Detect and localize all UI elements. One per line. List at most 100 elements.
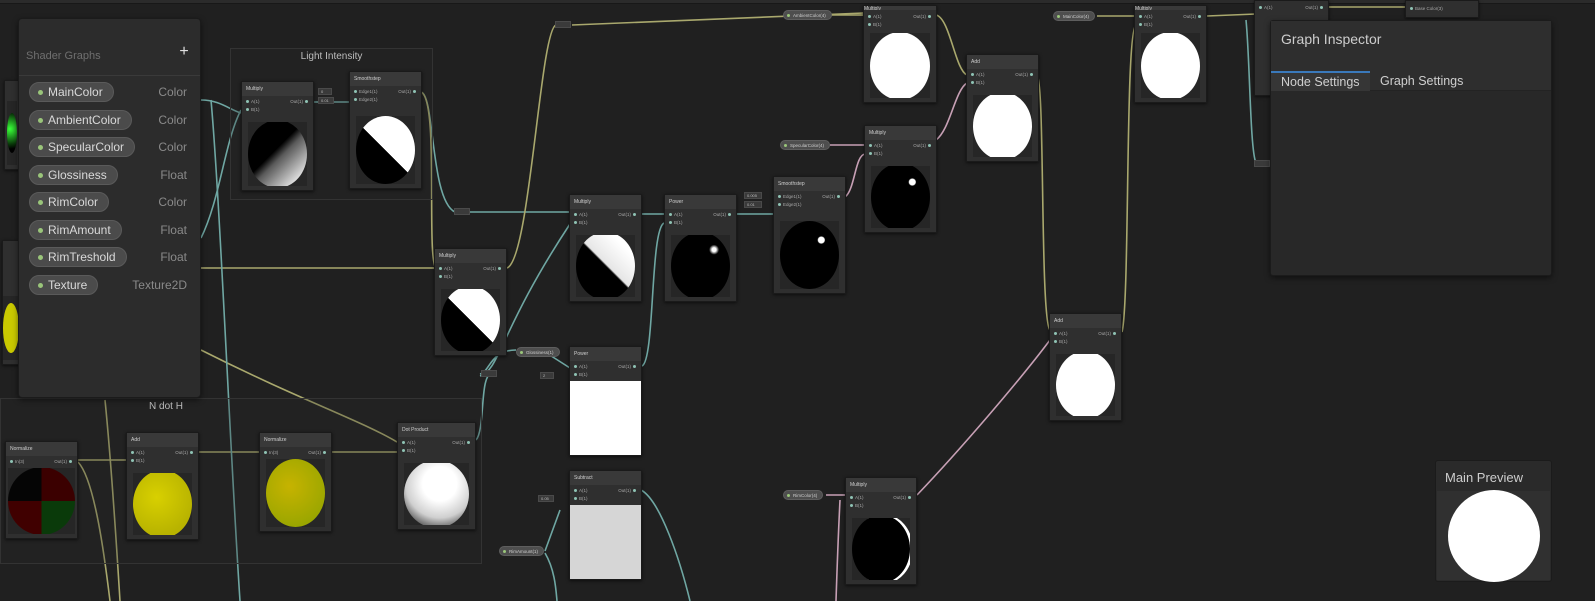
port-b[interactable]: B(1) <box>1139 22 1153 27</box>
port-out[interactable]: Out(1) <box>618 488 636 493</box>
canvas-prop-glossiness[interactable]: Glossiness(1) <box>516 347 560 357</box>
port-out[interactable]: Out(1) <box>618 364 636 369</box>
port-b[interactable]: B(1) <box>131 458 145 463</box>
node-multiply-center[interactable]: Multiply A(1) B(1) Out(1) <box>434 248 507 356</box>
node-multiply-maincolor[interactable]: Multiply A(1) B(1) Out(1) <box>1134 5 1207 103</box>
property-row[interactable]: AmbientColor Color <box>29 109 192 132</box>
port-edge1[interactable]: Edge1(1) <box>354 89 378 94</box>
port-out[interactable]: Out(1) <box>398 89 416 94</box>
input-subtract-a[interactable]: 0.05 <box>538 495 554 502</box>
port-a[interactable]: A(1) <box>850 495 864 500</box>
port-a[interactable]: A(1) <box>574 364 588 369</box>
property-row[interactable]: RimAmount Float <box>29 219 192 242</box>
port-b[interactable]: B(1) <box>246 107 260 112</box>
canvas-prop-rim-amount[interactable]: RimAmount(1) <box>499 546 545 556</box>
canvas-prop-rim-color[interactable]: RimColor(4) <box>783 490 824 500</box>
input-edge1-value[interactable]: 0 <box>318 88 332 95</box>
node-multiply-rim[interactable]: Multiply A(1) B(1) Out(1) <box>845 477 917 585</box>
port-a[interactable]: A(1) <box>1259 5 1273 10</box>
node-smoothstep-light[interactable]: Smoothstep Edge1(1) Edge2(1) Out(1) <box>349 71 422 189</box>
property-pill[interactable]: Texture <box>29 274 99 295</box>
port-edge2[interactable]: Edge2(1) <box>354 97 378 102</box>
port-a[interactable]: A(1) <box>669 212 683 217</box>
redirect-node[interactable] <box>555 21 571 28</box>
property-pill[interactable]: MainColor <box>29 82 114 102</box>
port-b[interactable]: B(1) <box>574 220 588 225</box>
canvas-prop-ambient-color[interactable]: AmbientColor(4) <box>783 10 832 20</box>
input-spec-edge2[interactable]: 0.01 <box>744 201 762 208</box>
property-pill[interactable]: RimAmount <box>29 219 122 240</box>
port-out[interactable]: Out(1) <box>913 143 931 148</box>
port-b[interactable]: B(1) <box>850 503 864 508</box>
port-out[interactable]: Out(1) <box>483 266 501 271</box>
property-row[interactable]: SpecularColor Color <box>29 137 192 159</box>
port-a[interactable]: A(1) <box>869 143 883 148</box>
port-a[interactable]: A(1) <box>868 14 882 19</box>
port-b[interactable]: B(1) <box>402 448 416 453</box>
port-edge1[interactable]: Edge1(1) <box>778 194 802 199</box>
node-smoothstep-spec[interactable]: Smoothstep Edge1(1) Edge2(1) Out(1) <box>773 176 846 294</box>
node-multiply-specular-color[interactable]: Multiply A(1) B(1) Out(1) <box>864 125 937 233</box>
property-row[interactable]: RimColor Color <box>29 192 192 214</box>
property-pill[interactable]: RimColor <box>29 192 110 212</box>
node-master-stack[interactable]: Base Color(3) <box>1405 0 1479 18</box>
port-edge2[interactable]: Edge2(1) <box>778 202 802 207</box>
port-a[interactable]: A(1) <box>1054 331 1068 336</box>
canvas-prop-main-color[interactable]: MainColor(4) <box>1053 11 1096 21</box>
node-add-ndoth[interactable]: Add A(1) B(1) Out(1) <box>126 432 199 540</box>
redirect-node[interactable] <box>454 208 470 215</box>
port-a[interactable]: A(1) <box>246 99 260 104</box>
port-out[interactable]: Out(1) <box>1305 5 1323 10</box>
port-out[interactable]: Out(1) <box>54 459 72 464</box>
node-multiply-ambient[interactable]: Multiply A(1) B(1) Out(1) <box>863 5 937 103</box>
node-power-top[interactable]: Power A(1) B(1) Out(1) <box>664 194 737 302</box>
input-spec-edge1[interactable]: 0.005 <box>744 192 762 199</box>
port-b[interactable]: B(1) <box>971 80 985 85</box>
port-base-color[interactable]: Base Color(3) <box>1410 6 1443 11</box>
main-preview-panel[interactable]: Main Preview <box>1435 460 1552 582</box>
node-subtract[interactable]: Subtract A(1) B(1) Out(1) <box>569 470 642 580</box>
port-b[interactable]: B(1) <box>869 151 883 156</box>
tab-node-settings[interactable]: Node Settings <box>1271 71 1370 91</box>
input-edge2-value[interactable]: 0.01 <box>318 97 334 104</box>
port-b[interactable]: B(1) <box>1054 339 1068 344</box>
redirect-node[interactable] <box>481 370 497 377</box>
port-in[interactable]: In(3) <box>263 450 278 455</box>
add-property-button[interactable]: + <box>176 44 192 60</box>
redirect-node[interactable] <box>1254 160 1270 167</box>
port-out[interactable]: Out(1) <box>822 194 840 199</box>
property-pill[interactable]: AmbientColor <box>29 109 132 130</box>
node-add-rim[interactable]: Add A(1) B(1) Out(1) <box>1049 313 1122 421</box>
node-multiply-light[interactable]: Multiply A(1) B(1) Out(1) <box>241 81 314 191</box>
port-out[interactable]: Out(1) <box>1015 72 1033 77</box>
port-b[interactable]: B(1) <box>669 220 683 225</box>
port-a[interactable]: A(1) <box>971 72 985 77</box>
property-row[interactable]: Glossiness Float <box>29 164 192 187</box>
port-b[interactable]: B(1) <box>439 274 453 279</box>
port-out[interactable]: Out(1) <box>618 212 636 217</box>
canvas-prop-specular-color[interactable]: SpecularColor(4) <box>780 140 831 150</box>
node-power-bottom[interactable]: Power A(1) B(1) Out(1) <box>569 346 642 456</box>
input-power-b[interactable]: 2 <box>540 372 554 379</box>
port-out[interactable]: Out(1) <box>913 14 931 19</box>
port-in[interactable]: In(3) <box>9 459 24 464</box>
port-out[interactable]: Out(1) <box>308 450 326 455</box>
property-pill[interactable]: SpecularColor <box>29 137 136 157</box>
port-a[interactable]: A(1) <box>574 488 588 493</box>
port-out[interactable]: Out(1) <box>1183 14 1201 19</box>
port-out[interactable]: Out(1) <box>713 212 731 217</box>
port-a[interactable]: A(1) <box>574 212 588 217</box>
property-row[interactable]: RimTreshold Float <box>29 247 192 269</box>
node-normalize-vector[interactable]: Normalize In(3) Out(1) <box>5 441 78 539</box>
port-out[interactable]: Out(1) <box>290 99 308 104</box>
main-preview-viewport[interactable] <box>1437 489 1550 582</box>
port-a[interactable]: A(1) <box>402 440 416 445</box>
property-row[interactable]: MainColor Color <box>29 82 192 104</box>
node-multiply-spec[interactable]: Multiply A(1) B(1) Out(1) <box>569 194 642 302</box>
port-b[interactable]: B(1) <box>868 22 882 27</box>
property-row[interactable]: Texture Texture2D <box>29 274 192 297</box>
property-pill[interactable]: RimTreshold <box>29 247 127 267</box>
graph-inspector-panel[interactable]: Graph Inspector Node Settings Graph Sett… <box>1270 20 1552 276</box>
port-a[interactable]: A(1) <box>439 266 453 271</box>
port-a[interactable]: A(1) <box>1139 14 1153 19</box>
